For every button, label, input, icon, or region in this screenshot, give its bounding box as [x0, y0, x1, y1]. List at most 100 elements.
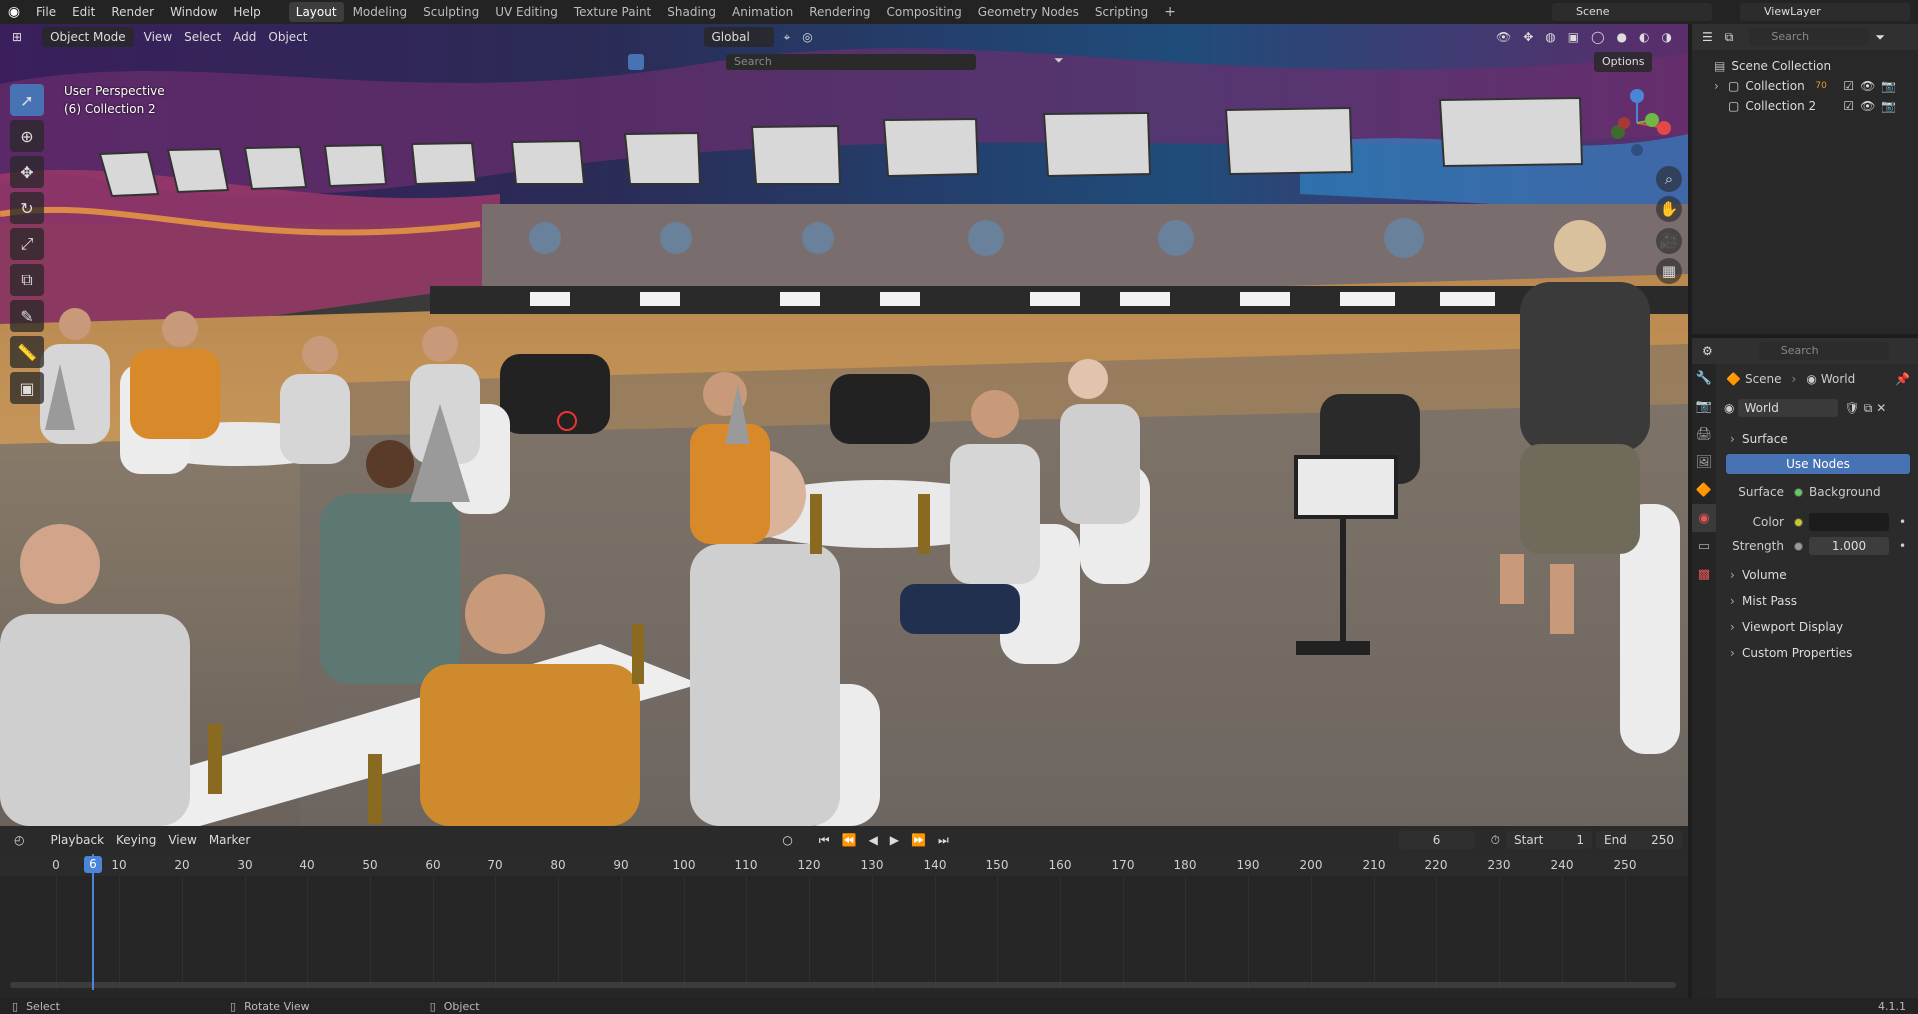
camera-view-icon[interactable]: 🎥 [1656, 228, 1682, 254]
viewport-display-section-header[interactable]: Viewport Display [1720, 614, 1916, 640]
tab-uv-editing[interactable]: UV Editing [488, 2, 565, 22]
3d-viewport[interactable] [0, 24, 1688, 826]
playback-menu[interactable]: Playback [44, 830, 110, 850]
options-dropdown[interactable]: Options [1594, 52, 1653, 72]
view-layer-selector[interactable]: ViewLayer [1740, 3, 1910, 21]
camera-icon[interactable]: 📷 [1881, 96, 1896, 116]
duplicate-icon[interactable]: ⧉ [1864, 401, 1873, 416]
select-tool-icon[interactable]: ➚ [10, 84, 44, 116]
output-tab-icon[interactable]: 🖨 [1692, 420, 1716, 448]
outliner-editor-type-icon[interactable]: ☰ [1696, 27, 1719, 47]
viewport-search-input[interactable]: Search [726, 54, 976, 70]
cursor-tool-icon[interactable]: ⊕ [10, 120, 44, 152]
snap-icon[interactable]: ⌖ [778, 27, 797, 47]
menu-add[interactable]: Add [227, 27, 262, 47]
timeline-scrollbar[interactable] [10, 982, 1676, 988]
filter-icon[interactable]: ⏷ [1054, 53, 1064, 68]
camera-icon[interactable]: 📷 [1881, 76, 1896, 96]
xray-icon[interactable]: ▣ [1562, 27, 1585, 47]
jump-end-icon[interactable]: ⏭ [932, 830, 955, 850]
playhead-frame-label[interactable]: 6 [84, 856, 102, 873]
collection-tab-icon[interactable]: ▭ [1692, 532, 1716, 560]
editor-type-icon[interactable]: ⊞ [6, 27, 28, 47]
outliner-filter-icon[interactable]: ⏷ [1869, 27, 1891, 47]
outliner-row-collection-2[interactable]: ▢ Collection 2 ☑ 👁 📷 [1692, 96, 1918, 116]
start-frame-field[interactable]: Start 1 [1506, 831, 1592, 849]
blender-logo-icon[interactable]: ◉ [0, 4, 28, 20]
expand-arrow-icon[interactable]: › [1714, 76, 1728, 96]
tab-animation[interactable]: Animation [725, 2, 800, 22]
outliner-row-collection[interactable]: › ▢ Collection 70 ☑ 👁 📷 [1692, 76, 1918, 96]
measure-tool-icon[interactable]: 📏 [10, 336, 44, 368]
tab-modeling[interactable]: Modeling [346, 2, 415, 22]
strength-field[interactable]: 1.000 [1809, 537, 1889, 555]
marker-menu[interactable]: Marker [203, 830, 256, 850]
menu-view[interactable]: View [138, 27, 178, 47]
gizmo-icon[interactable]: ✥ [1517, 27, 1539, 47]
jump-start-icon[interactable]: ⏮ [813, 830, 836, 850]
jump-keyframe-back-icon[interactable]: ⏪ [836, 830, 863, 850]
scale-tool-icon[interactable]: ⤢ [10, 228, 44, 260]
use-nodes-button[interactable]: Use Nodes [1726, 454, 1910, 474]
tool-tab-icon[interactable]: 🔧 [1692, 364, 1716, 392]
checkbox-icon[interactable]: ☑ [1843, 96, 1854, 116]
scene-collection-row[interactable]: ▤ Scene Collection [1692, 56, 1918, 76]
unlink-icon[interactable]: ✕ [1876, 401, 1886, 415]
shading-material-icon[interactable]: ◐ [1633, 27, 1655, 47]
keying-menu[interactable]: Keying [110, 830, 162, 850]
play-icon[interactable]: ▶ [884, 830, 905, 850]
menu-help[interactable]: Help [225, 0, 268, 24]
annotate-tool-icon[interactable]: ✎ [10, 300, 44, 332]
menu-select[interactable]: Select [178, 27, 227, 47]
breadcrumb-world[interactable]: World [1821, 372, 1855, 386]
render-tab-icon[interactable]: 📷 [1692, 392, 1716, 420]
world-browse-icon[interactable]: ◉ [1724, 401, 1734, 415]
shading-rendered-icon[interactable]: ◑ [1656, 27, 1678, 47]
menu-edit[interactable]: Edit [64, 0, 103, 24]
timeline-track-area[interactable] [0, 876, 1688, 990]
tab-layout[interactable]: Layout [288, 2, 344, 22]
surface-section-header[interactable]: Surface [1720, 426, 1916, 452]
properties-editor-type-icon[interactable]: ⚙ [1696, 341, 1719, 361]
menu-window[interactable]: Window [162, 0, 225, 24]
play-reverse-icon[interactable]: ◀ [863, 830, 884, 850]
display-mode-icon[interactable]: ⧉ [1719, 27, 1740, 47]
tab-scripting[interactable]: Scripting [1088, 2, 1155, 22]
tab-sculpting[interactable]: Sculpting [416, 2, 486, 22]
jump-keyframe-forward-icon[interactable]: ⏩ [905, 830, 932, 850]
autokey-icon[interactable]: ○ [776, 830, 798, 850]
overlay-icon[interactable]: ◍ [1539, 27, 1561, 47]
view-layer-tab-icon[interactable]: 🖼 [1692, 448, 1716, 476]
properties-search-input[interactable]: Search [1758, 342, 1889, 360]
tab-rendering[interactable]: Rendering [802, 2, 877, 22]
eye-icon[interactable]: 👁 [1860, 96, 1875, 116]
tab-geometry-nodes[interactable]: Geometry Nodes [971, 2, 1086, 22]
ortho-grid-icon[interactable]: ▦ [1656, 258, 1682, 284]
pin-icon[interactable]: 📌 [1895, 372, 1910, 386]
select-box-icon[interactable] [628, 54, 644, 70]
object-mode-dropdown[interactable]: Object Mode [42, 27, 134, 47]
fake-user-icon[interactable]: 🛡 [1844, 401, 1859, 415]
end-frame-field[interactable]: End 250 [1596, 831, 1682, 849]
zoom-icon[interactable]: ⌕ [1656, 166, 1682, 192]
mist-pass-section-header[interactable]: Mist Pass [1720, 588, 1916, 614]
rotate-tool-icon[interactable]: ↻ [10, 192, 44, 224]
world-tab-icon[interactable]: ◉ [1692, 504, 1716, 532]
eye-icon[interactable]: 👁 [1860, 76, 1875, 96]
shading-wireframe-icon[interactable]: ◯ [1585, 27, 1610, 47]
texture-tab-icon[interactable]: ▩ [1692, 560, 1716, 588]
scene-selector[interactable]: Scene [1552, 3, 1712, 21]
menu-object[interactable]: Object [262, 27, 313, 47]
timeline-editor-type-icon[interactable]: ◴ [8, 830, 30, 850]
transform-tool-icon[interactable]: ⧉ [10, 264, 44, 296]
visibility-icon[interactable]: 👁 [1490, 27, 1517, 47]
add-cube-tool-icon[interactable]: ▣ [10, 372, 44, 404]
tab-compositing[interactable]: Compositing [879, 2, 968, 22]
color-swatch[interactable] [1809, 513, 1889, 531]
add-workspace-icon[interactable]: + [1157, 2, 1183, 22]
keyframe-dot-icon[interactable]: • [1899, 515, 1906, 529]
world-name-field[interactable]: World [1738, 399, 1839, 417]
scene-tab-icon[interactable]: 🔶 [1692, 476, 1716, 504]
proportional-edit-icon[interactable]: ◎ [796, 27, 818, 47]
transform-orientation-dropdown[interactable]: Global [703, 27, 774, 47]
